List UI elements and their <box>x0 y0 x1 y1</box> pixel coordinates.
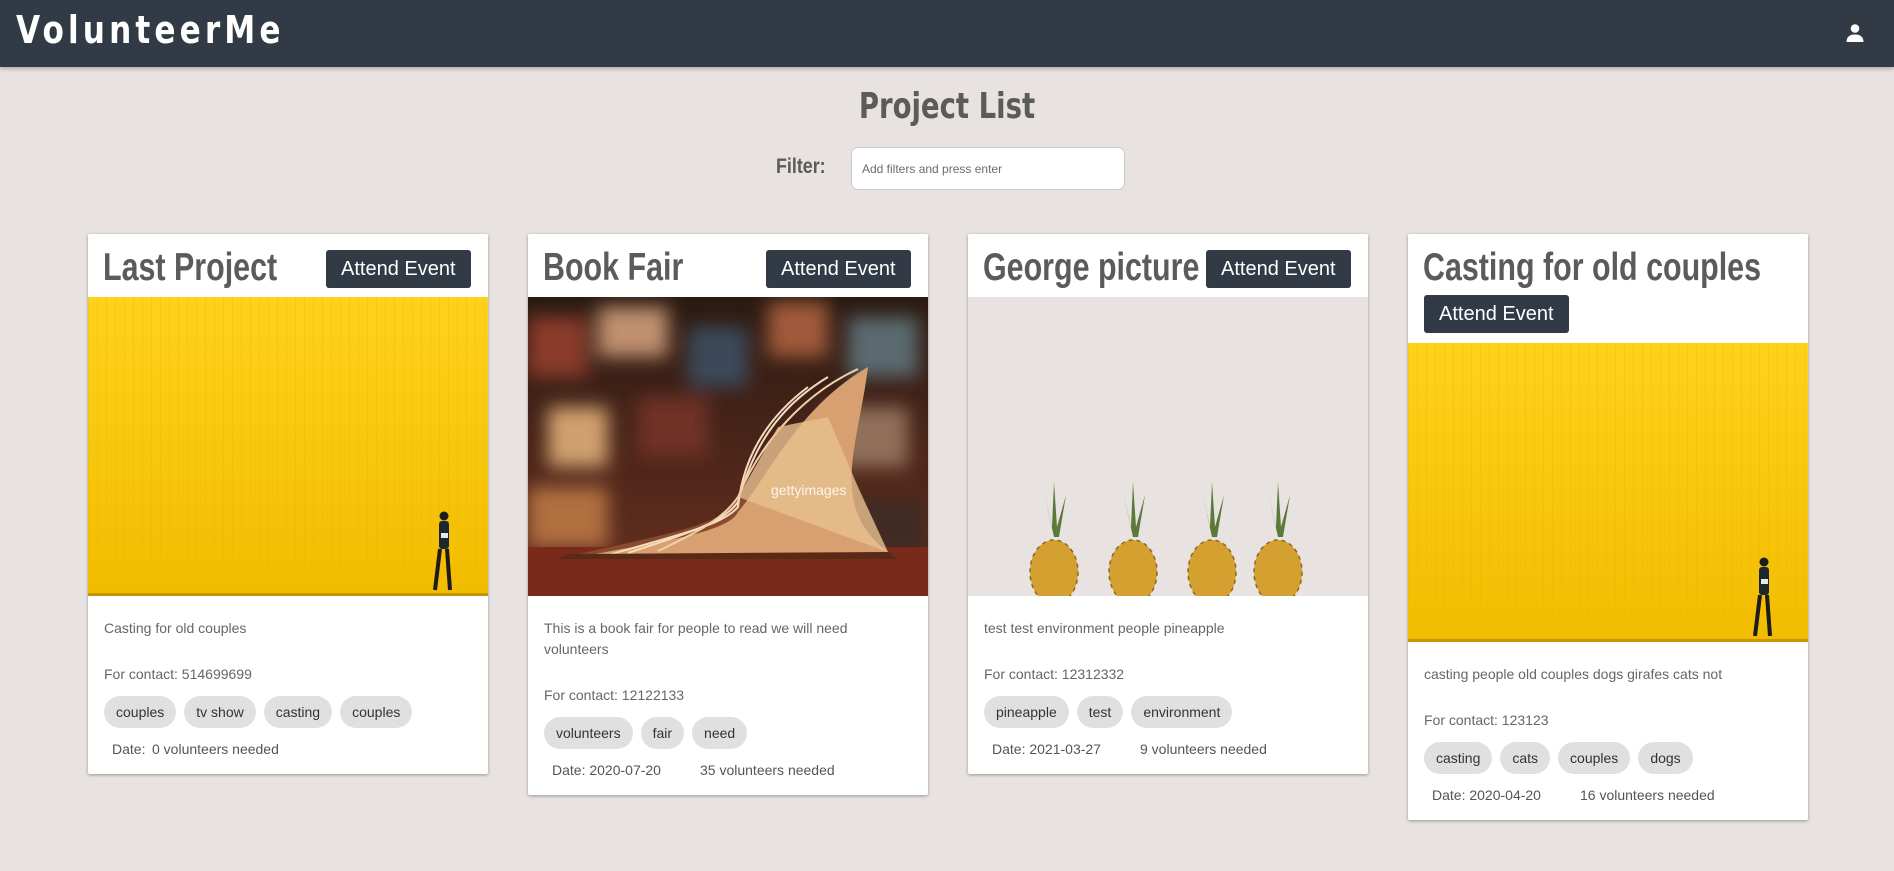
project-meta: Date: 2020-04-20 16 volunteers needed <box>1408 787 1808 820</box>
attend-event-button[interactable]: Attend Event <box>1424 295 1569 333</box>
tag-chip[interactable]: couples <box>1558 742 1631 774</box>
tag-chip[interactable]: casting <box>1424 742 1493 774</box>
tag-chip[interactable]: casting <box>263 696 333 728</box>
attend-event-button[interactable]: Attend Event <box>1206 250 1351 288</box>
volunteers-needed: 9 volunteers needed <box>1140 741 1267 757</box>
project-title: George picture <box>983 246 1200 289</box>
tag-chip[interactable]: volunteers <box>544 717 633 749</box>
project-description: test test environment people pineapple <box>984 620 1225 636</box>
tag-chip[interactable]: couples <box>104 696 177 728</box>
tag-list: pineapple test environment <box>968 696 1368 728</box>
filter-input[interactable] <box>851 147 1125 190</box>
tag-chip[interactable]: pineapple <box>984 696 1069 728</box>
project-date: Date: 2021-03-27 <box>992 741 1101 757</box>
project-description: This is a book fair for people to read w… <box>544 620 848 657</box>
tag-chip[interactable]: cats <box>1500 742 1551 774</box>
project-date: Date: 2020-07-20 <box>552 762 661 778</box>
tag-chip[interactable]: need <box>692 717 748 749</box>
project-date: Date: 2020-04-20 <box>1432 787 1541 803</box>
project-image <box>968 297 1368 596</box>
project-date: Date: <box>112 741 146 757</box>
project-meta: Date: 2021-03-27 9 volunteers needed <box>968 741 1368 774</box>
project-card: Casting for old couples Attend Event cas… <box>1408 234 1808 820</box>
tag-list: casting cats couples dogs <box>1408 742 1808 774</box>
volunteers-needed: 0 volunteers needed <box>152 741 279 757</box>
volunteers-needed: 16 volunteers needed <box>1580 787 1715 803</box>
project-title: Last Project <box>103 246 278 289</box>
project-meta: Date: 2020-07-20 35 volunteers needed <box>528 762 928 795</box>
attend-event-button[interactable]: Attend Event <box>766 250 911 288</box>
top-navbar: VolunteerMe <box>0 0 1894 67</box>
project-title: Book Fair <box>543 246 684 289</box>
user-icon <box>1846 24 1864 42</box>
project-contact: For contact: 514699699 <box>104 666 252 682</box>
project-description: casting people old couples dogs girafes … <box>1424 666 1723 682</box>
project-title: Casting for old couples <box>1423 246 1762 289</box>
filter-label: Filter: <box>776 155 826 178</box>
project-contact: For contact: 12312332 <box>984 666 1125 682</box>
tag-list: couples tv show casting couples <box>88 696 488 728</box>
tag-list: volunteers fair need <box>528 717 928 749</box>
project-description: Casting for old couples <box>104 620 247 636</box>
project-image <box>88 297 488 596</box>
tag-chip[interactable]: dogs <box>1638 742 1693 774</box>
tag-chip[interactable]: test <box>1076 696 1124 728</box>
volunteers-needed: 35 volunteers needed <box>700 762 835 778</box>
tag-chip[interactable]: fair <box>640 717 685 749</box>
project-card: Book Fair Attend Event gettyimages This … <box>528 234 928 795</box>
brand-logo[interactable]: VolunteerMe <box>16 8 285 52</box>
gettyimages-watermark: gettyimages <box>771 482 846 498</box>
project-card: George picture Attend Event test test en… <box>968 234 1368 774</box>
project-image: gettyimages <box>528 297 928 596</box>
attend-event-button[interactable]: Attend Event <box>326 250 471 288</box>
project-meta: Date: 0 volunteers needed <box>88 741 488 774</box>
project-image <box>1408 343 1808 642</box>
tag-chip[interactable]: couples <box>340 696 413 728</box>
project-contact: For contact: 123123 <box>1424 712 1549 728</box>
tag-chip[interactable]: tv show <box>184 696 256 728</box>
project-card: Last Project Attend Event Casting for ol… <box>88 234 488 774</box>
user-account-button[interactable] <box>1842 20 1868 46</box>
page-title: Project List <box>858 86 1036 127</box>
project-contact: For contact: 12122133 <box>544 687 685 703</box>
tag-chip[interactable]: environment <box>1131 696 1233 728</box>
